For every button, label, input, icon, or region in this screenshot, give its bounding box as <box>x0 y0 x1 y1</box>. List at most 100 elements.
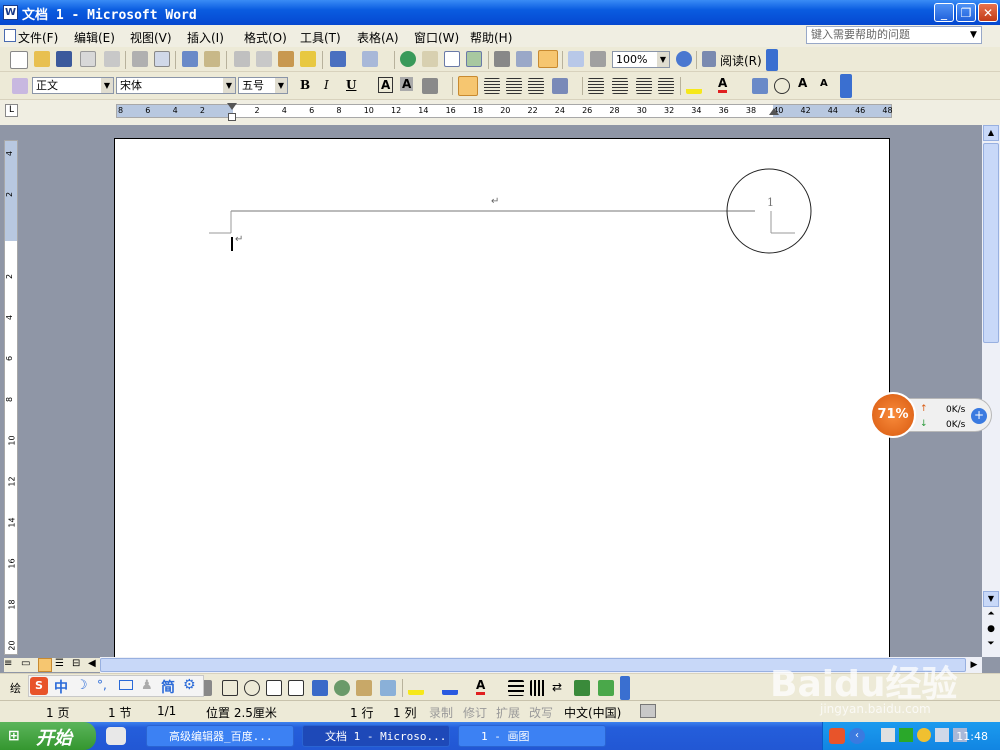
new-document-icon[interactable] <box>10 51 28 69</box>
insert-table-icon[interactable] <box>444 51 460 67</box>
highlight-icon[interactable] <box>686 78 702 94</box>
wordart-icon[interactable] <box>312 680 328 696</box>
help-search-input[interactable]: 键入需要帮助的问题 <box>806 26 982 44</box>
justify-icon[interactable] <box>528 78 544 94</box>
left-indent-marker[interactable] <box>228 113 236 121</box>
normal-view-icon[interactable]: ≡ <box>4 658 18 672</box>
plus-icon[interactable]: + <box>971 408 987 424</box>
status-record[interactable]: 录制 <box>429 704 453 721</box>
line-color-icon[interactable] <box>442 679 458 695</box>
textbox-icon[interactable] <box>266 680 282 696</box>
select-browse-object-button[interactable]: ● <box>983 624 999 638</box>
start-button[interactable]: ⊞ 开始 <box>0 722 96 750</box>
enclose-char-icon[interactable] <box>774 78 790 94</box>
print-preview-icon[interactable] <box>154 51 170 67</box>
menu-file[interactable]: 文件(F) <box>18 29 58 46</box>
align-center-icon[interactable] <box>484 78 500 94</box>
font-size-select[interactable]: 五号 ▼ <box>238 77 288 94</box>
menu-edit[interactable]: 编辑(E) <box>74 29 115 46</box>
quick-launch-icon[interactable] <box>106 727 126 745</box>
word-doc-icon[interactable] <box>4 29 16 42</box>
gear-icon[interactable]: ⚙ <box>183 677 196 693</box>
expand-tray-icon[interactable]: ‹ <box>849 728 865 744</box>
vertical-scrollbar[interactable]: ▲ ▼ ⏶ ● ⏷ <box>982 125 1000 657</box>
char-shading-button[interactable]: A <box>400 77 414 91</box>
increase-indent-icon[interactable] <box>658 78 674 94</box>
line-spacing-icon[interactable] <box>552 78 568 94</box>
minimize-button[interactable]: _ <box>934 3 954 22</box>
diagram-icon[interactable] <box>334 680 350 696</box>
zoom-select[interactable]: 100% ▼ <box>612 51 670 68</box>
web-view-icon[interactable]: ▭ <box>21 658 35 672</box>
user-icon[interactable]: ♟ <box>141 678 153 693</box>
show-hide-icon[interactable] <box>568 51 584 67</box>
permission-icon[interactable] <box>80 51 96 67</box>
undo-icon[interactable] <box>330 51 346 67</box>
numbering-icon[interactable] <box>588 78 604 94</box>
3d-style-icon[interactable] <box>598 680 614 696</box>
security-icon[interactable] <box>899 728 913 742</box>
right-indent-marker[interactable] <box>769 108 779 115</box>
keyboard-icon[interactable] <box>119 680 133 690</box>
save-icon[interactable] <box>56 51 72 67</box>
align-left-icon[interactable] <box>458 76 478 96</box>
taskbar-item-paint[interactable]: 1 - 画图 <box>458 725 606 747</box>
scroll-up-button[interactable]: ▲ <box>983 125 999 141</box>
line-style-icon[interactable] <box>508 680 524 696</box>
draw-menu-label[interactable]: 绘 <box>10 680 21 696</box>
status-extend[interactable]: 扩展 <box>496 704 520 721</box>
previous-page-button[interactable]: ⏶ <box>983 609 999 623</box>
sogou-tray-icon[interactable] <box>829 728 845 744</box>
close-button[interactable]: ✕ <box>978 3 998 22</box>
next-page-button[interactable]: ⏷ <box>983 639 999 653</box>
volume-icon[interactable] <box>935 728 949 742</box>
phonetic-guide-icon[interactable] <box>752 78 768 94</box>
char-scaling-icon[interactable] <box>422 78 438 94</box>
email-icon[interactable] <box>104 51 120 67</box>
shrink-font-icon[interactable]: A <box>820 78 828 89</box>
research-icon[interactable] <box>204 51 220 67</box>
columns-icon[interactable] <box>494 51 510 67</box>
hyperlink-icon[interactable] <box>400 51 416 67</box>
tray-icon-1[interactable] <box>881 728 895 742</box>
font-color-icon[interactable]: A <box>718 76 728 93</box>
menu-insert[interactable]: 插入(I) <box>187 29 224 46</box>
read-mode-button[interactable]: 阅读(R) <box>720 52 762 69</box>
char-border-button[interactable]: A <box>378 77 394 93</box>
scroll-down-button[interactable]: ▼ <box>983 591 999 607</box>
align-right-icon[interactable] <box>506 78 522 94</box>
document-page[interactable]: ↵ ↵ 1 <box>114 138 890 658</box>
menu-format[interactable]: 格式(O) <box>244 29 287 46</box>
menu-help[interactable]: 帮助(H) <box>470 29 512 46</box>
toolbar-options-icon[interactable] <box>620 676 630 700</box>
taskbar-item-browser[interactable]: 高级编辑器_百度... <box>146 725 294 747</box>
first-line-indent-marker[interactable] <box>227 103 237 110</box>
format-painter-icon[interactable] <box>300 51 316 67</box>
read-icon[interactable] <box>702 51 716 67</box>
spelling-icon[interactable] <box>182 51 198 67</box>
toolbar-options-icon[interactable] <box>766 49 778 71</box>
underline-button[interactable]: U <box>346 78 356 92</box>
cut-icon[interactable] <box>234 51 250 67</box>
paragraph-mark-icon[interactable] <box>590 51 606 67</box>
fill-color-icon[interactable] <box>408 679 424 695</box>
print-layout-icon[interactable] <box>38 658 52 672</box>
simplified-chinese-toggle[interactable]: 简 <box>161 677 175 697</box>
scroll-left-button[interactable]: ◀ <box>88 658 100 672</box>
ime-toolbar[interactable]: S 中 ☽ °, ♟ 简 ⚙ <box>28 675 204 697</box>
network-speed-widget[interactable]: 71% ↑ ↓ 0K/s 0K/s + <box>870 392 994 438</box>
word-icon[interactable]: W <box>3 5 18 20</box>
vertical-ruler[interactable]: 4 2 2 4 6 8 10 12 14 16 18 20 <box>4 140 18 655</box>
document-map-icon[interactable] <box>538 50 558 68</box>
rectangle-icon[interactable] <box>222 680 238 696</box>
font-select[interactable]: 宋体 ▼ <box>116 77 236 94</box>
help-icon[interactable] <box>676 51 692 67</box>
sogou-logo-icon[interactable]: S <box>30 677 48 695</box>
toolbar-options-icon[interactable] <box>840 74 852 98</box>
scroll-thumb[interactable] <box>983 143 999 343</box>
scroll-right-button[interactable]: ▶ <box>966 657 982 673</box>
draw-font-color-icon[interactable]: A <box>476 678 486 695</box>
restore-button[interactable]: ❐ <box>956 3 976 22</box>
style-select[interactable]: 正文 ▼ <box>32 77 114 94</box>
ime-mode-chinese[interactable]: 中 <box>54 677 68 697</box>
